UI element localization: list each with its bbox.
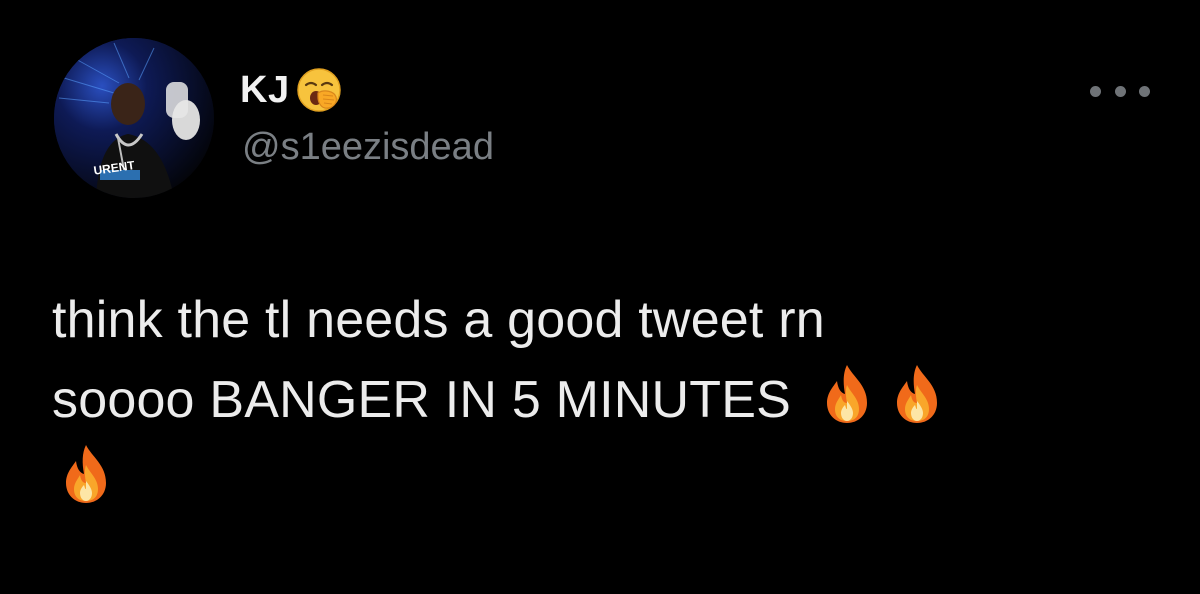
- tweet-text: think the tl needs a good tweet rn soooo…: [52, 280, 1152, 520]
- avatar-image: URENT: [54, 38, 214, 198]
- tweet-text-line-2-row: soooo BANGER IN 5 MINUTES: [52, 360, 1152, 440]
- fire-emoji-icon: [819, 363, 875, 425]
- tweet-text-line-3-row: [52, 440, 1152, 520]
- fire-emoji-icon: [889, 363, 945, 425]
- more-dot: [1090, 85, 1101, 97]
- tweet-text-line-1: think the tl needs a good tweet rn: [52, 291, 825, 349]
- tweet-text-line-2: soooo BANGER IN 5 MINUTES: [52, 371, 791, 429]
- fire-emoji-icon: [58, 443, 114, 505]
- author-handle[interactable]: @s1eezisdead: [242, 126, 494, 169]
- display-name[interactable]: KJ: [240, 69, 290, 112]
- avatar[interactable]: URENT: [54, 38, 214, 198]
- tweet: URENT KJ @s1eezisdead think the tl needs…: [0, 0, 1200, 594]
- more-horizontal-icon[interactable]: [1090, 76, 1150, 106]
- yawning-face-emoji-icon: [296, 67, 342, 113]
- author-name-row[interactable]: KJ: [240, 66, 342, 114]
- more-dot: [1139, 85, 1150, 97]
- more-dot: [1114, 85, 1126, 97]
